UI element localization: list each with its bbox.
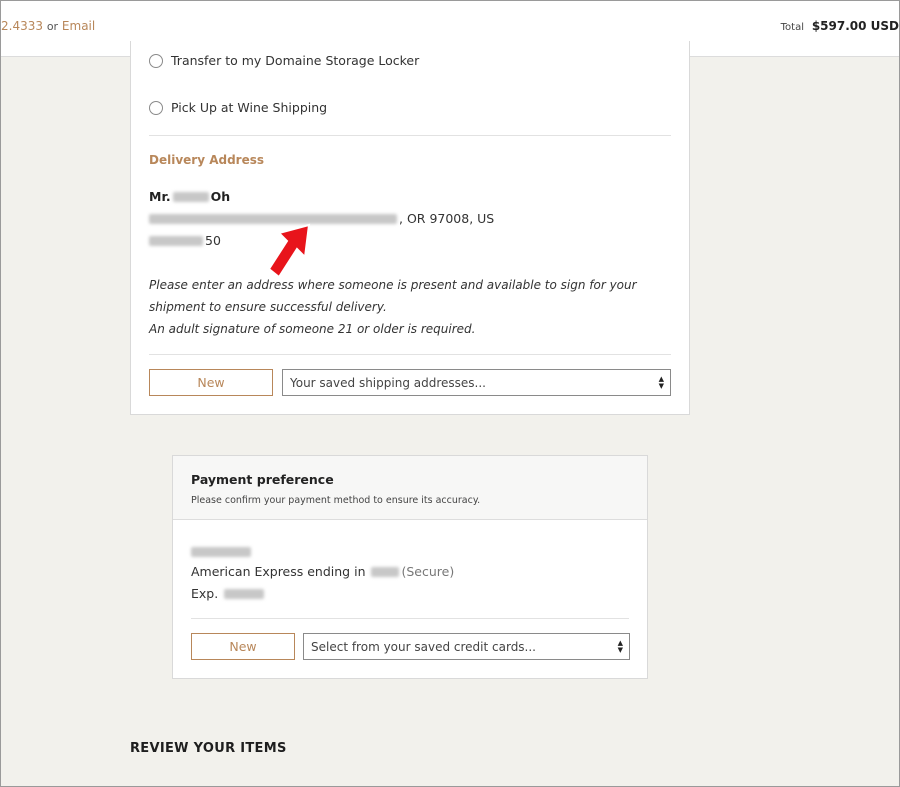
divider <box>149 135 671 136</box>
recipient-name: Mr. Oh <box>149 189 230 204</box>
radio-button[interactable] <box>149 100 163 115</box>
adult-signature-note: An adult signature of someone 21 or olde… <box>149 322 476 336</box>
phone-number: 50 <box>149 233 221 248</box>
delivery-address-heading: Delivery Address <box>149 153 265 167</box>
cardholder-name <box>191 544 253 559</box>
card-expiry: Exp. <box>191 586 266 601</box>
select-arrows-icon: ▲ ▼ <box>617 639 623 654</box>
select-placeholder: Your saved shipping addresses... <box>290 375 486 390</box>
payment-card: Payment preference Please confirm your p… <box>172 455 648 679</box>
payment-header: Payment preference Please confirm your p… <box>173 456 647 520</box>
shipping-option-pickup[interactable]: Pick Up at Wine Shipping <box>149 100 327 115</box>
annotation-arrow-icon <box>267 223 311 279</box>
total-label: Total <box>780 22 804 33</box>
card-text: American Express ending in <box>191 564 366 579</box>
or-text: or <box>46 20 59 33</box>
option-label: Pick Up at Wine Shipping <box>171 100 328 115</box>
redacted-phone <box>149 236 203 246</box>
option-label: Transfer to my Domaine Storage Locker <box>171 53 420 68</box>
card-details: American Express ending in (Secure) <box>191 564 454 579</box>
new-card-button[interactable]: New <box>191 633 295 660</box>
redacted-expiry <box>224 589 265 599</box>
delivery-note: Please enter an address where someone is… <box>149 278 637 314</box>
email-link[interactable]: Email <box>62 19 95 33</box>
new-address-button[interactable]: New <box>149 369 273 396</box>
name-prefix: Mr. <box>149 189 171 204</box>
redacted-name <box>172 192 209 202</box>
select-placeholder: Select from your saved credit cards... <box>311 639 536 654</box>
redacted-card-digits <box>371 567 400 577</box>
redacted-cardholder <box>191 547 251 557</box>
address-suffix: , OR 97008, US <box>399 211 495 226</box>
radio-button[interactable] <box>149 53 163 68</box>
divider <box>149 354 671 355</box>
select-arrows-icon: ▲ ▼ <box>658 375 664 390</box>
divider <box>191 618 629 619</box>
name-suffix: Oh <box>210 189 231 204</box>
order-total: Total $597.00 USD <box>781 19 899 33</box>
shipping-option-storage-locker[interactable]: Transfer to my Domaine Storage Locker <box>149 53 419 68</box>
total-amount: $597.00 USD <box>811 19 899 33</box>
payment-title: Payment preference <box>191 472 334 487</box>
payment-subtitle: Please confirm your payment method to en… <box>191 495 481 506</box>
exp-label: Exp. <box>191 586 219 601</box>
phone-suffix: 50 <box>205 233 221 248</box>
shipping-card: Transfer to my Domaine Storage Locker Pi… <box>130 41 690 415</box>
contact-info: 2.4333 or Email <box>1 19 95 33</box>
secure-text: (Secure) <box>401 564 455 579</box>
saved-cards-select[interactable]: Select from your saved credit cards... ▲… <box>303 633 630 660</box>
street-address: , OR 97008, US <box>149 211 494 226</box>
saved-addresses-select[interactable]: Your saved shipping addresses... ▲ ▼ <box>282 369 671 396</box>
review-items-heading: REVIEW YOUR ITEMS <box>130 741 287 756</box>
phone-link[interactable]: 2.4333 <box>1 19 43 33</box>
